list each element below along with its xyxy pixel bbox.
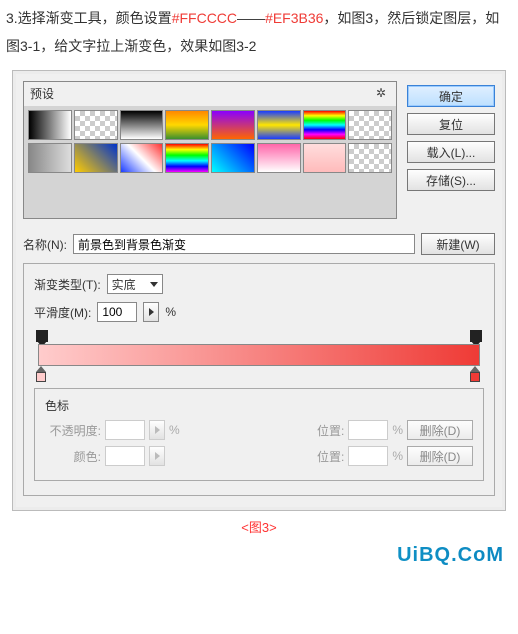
preset-swatch[interactable]	[120, 110, 164, 140]
presets-label: 预设	[30, 85, 54, 102]
arrow-right-icon	[149, 308, 154, 316]
opacity-stop-right[interactable]	[470, 330, 482, 342]
arrow-right-icon	[155, 426, 160, 434]
preset-swatch[interactable]	[211, 143, 255, 173]
gradient-name-input[interactable]	[73, 234, 415, 254]
opacity-location-unit: %	[392, 423, 403, 437]
preset-swatch[interactable]	[257, 110, 301, 140]
color-label: 颜色:	[45, 448, 101, 465]
gradient-type-dropdown[interactable]: 实底	[107, 274, 163, 294]
instruction-color1: #FFCCCC	[172, 10, 237, 26]
preset-swatch[interactable]	[165, 110, 209, 140]
color-location-input	[348, 446, 388, 466]
preset-swatch[interactable]	[257, 143, 301, 173]
delete-opacity-stop-button[interactable]: 删除(D)	[407, 420, 473, 440]
stop-swatch-icon	[36, 372, 46, 382]
color-location-label: 位置:	[288, 448, 344, 465]
watermark: UiBQ.CoM	[0, 536, 518, 567]
color-stops-track[interactable]	[38, 366, 480, 378]
instruction-color2: #EF3B36	[265, 10, 323, 26]
opacity-label: 不透明度:	[45, 422, 101, 439]
stops-group: 色标 不透明度: % 位置: % 删除(D) 颜色: %	[34, 388, 484, 481]
smoothness-input[interactable]	[97, 302, 137, 322]
presets-empty-area	[24, 178, 396, 218]
opacity-unit: %	[169, 423, 180, 437]
chevron-down-icon	[150, 282, 158, 287]
opacity-stops-track[interactable]	[38, 330, 480, 342]
preset-swatch-grid[interactable]	[24, 106, 396, 178]
save-button[interactable]: 存储(S)...	[407, 169, 495, 191]
gradient-preview[interactable]	[38, 332, 480, 378]
opacity-flyout-button	[149, 420, 165, 440]
opacity-stop-left[interactable]	[36, 330, 48, 342]
color-stop-left[interactable]	[36, 366, 48, 378]
preset-swatch[interactable]	[28, 143, 72, 173]
instruction-sep: ——	[237, 10, 265, 26]
preset-swatch[interactable]	[74, 110, 118, 140]
smoothness-label: 平滑度(M):	[34, 304, 91, 321]
opacity-location-input	[348, 420, 388, 440]
gradient-type-label: 渐变类型(T):	[34, 276, 101, 293]
gradient-type-value: 实底	[112, 276, 136, 293]
instruction-text: 3.选择渐变工具，颜色设置#FFCCCC——#EF3B36，如图3，然后锁定图层…	[0, 0, 518, 64]
preset-swatch[interactable]	[211, 110, 255, 140]
preset-swatch[interactable]	[120, 143, 164, 173]
preset-swatch[interactable]	[74, 143, 118, 173]
name-label: 名称(N):	[23, 236, 67, 253]
smoothness-flyout-button[interactable]	[143, 302, 159, 322]
preset-swatch[interactable]	[303, 143, 347, 173]
delete-color-stop-button[interactable]: 删除(D)	[407, 446, 473, 466]
ok-button[interactable]: 确定	[407, 85, 495, 107]
opacity-location-label: 位置:	[288, 422, 344, 439]
dialog-button-column: 确定 复位 载入(L)... 存储(S)...	[407, 85, 495, 191]
gradient-bar[interactable]	[38, 344, 480, 366]
instruction-pre: 3.选择渐变工具，颜色设置	[6, 10, 172, 26]
color-stop-right[interactable]	[470, 366, 482, 378]
color-location-unit: %	[392, 449, 403, 463]
gradient-settings-group: 渐变类型(T): 实底 平滑度(M): %	[23, 263, 495, 496]
stop-swatch-icon	[470, 372, 480, 382]
load-button[interactable]: 载入(L)...	[407, 141, 495, 163]
preset-swatch[interactable]	[348, 143, 392, 173]
arrow-right-icon	[155, 452, 160, 460]
figure-caption: <图3>	[0, 517, 518, 536]
presets-panel: 预设 ✲	[23, 81, 397, 219]
gear-icon[interactable]: ✲	[372, 84, 390, 102]
preset-swatch[interactable]	[348, 110, 392, 140]
smoothness-unit: %	[165, 305, 176, 319]
color-flyout-button	[149, 446, 165, 466]
reset-button[interactable]: 复位	[407, 113, 495, 135]
preset-swatch[interactable]	[165, 143, 209, 173]
stops-label: 色标	[45, 397, 473, 414]
gradient-editor-dialog: 预设 ✲ 确定 复位 载入(L)... 存储(S)... 名称(N): 新建(W…	[12, 70, 506, 511]
opacity-input	[105, 420, 145, 440]
new-button[interactable]: 新建(W)	[421, 233, 495, 255]
preset-swatch[interactable]	[303, 110, 347, 140]
color-swatch-input	[105, 446, 145, 466]
preset-swatch[interactable]	[28, 110, 72, 140]
